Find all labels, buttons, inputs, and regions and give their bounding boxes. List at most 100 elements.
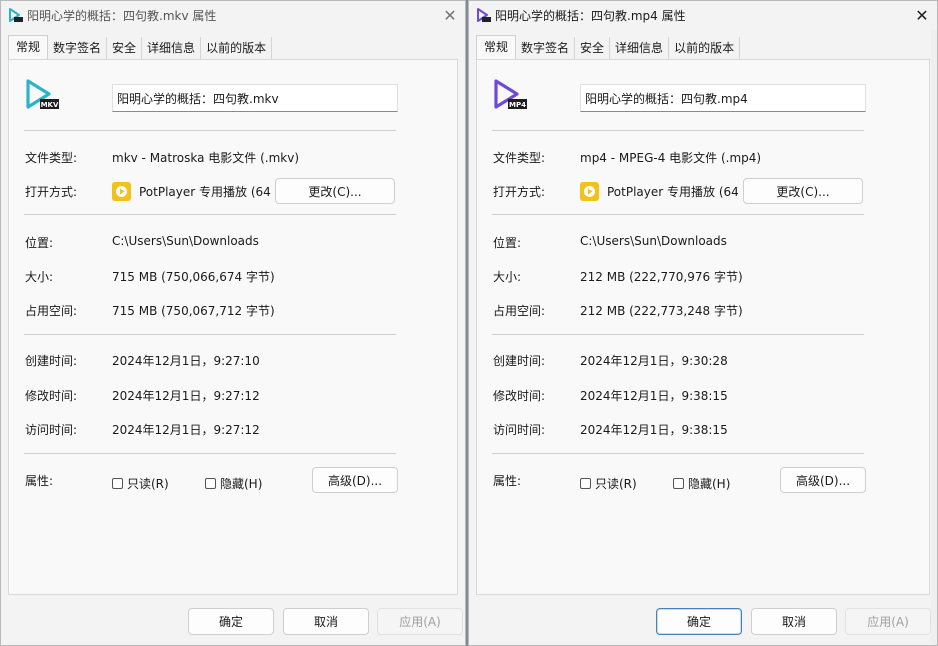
accessed-label: 访问时间: <box>493 423 546 437</box>
tab-digital-signatures[interactable]: 数字签名 <box>48 37 108 59</box>
hidden-label: 隐藏(H) <box>220 477 263 491</box>
properties-dialog-mp4: 阳明心学的概括：四句教.mp4 属性 ✕ 常规 数字签名 安全 详细信息 以前的… <box>468 0 938 646</box>
advanced-button[interactable]: 高级(D)... <box>312 467 398 493</box>
open-with-label: 打开方式: <box>493 185 546 199</box>
open-with-label: 打开方式: <box>25 185 78 199</box>
tab-details[interactable]: 详细信息 <box>142 37 202 59</box>
properties-dialog-mkv: 阳明心学的概括：四句教.mkv 属性 ✕ 常规 数字签名 安全 详细信息 以前的… <box>0 0 466 646</box>
general-panel: MKV 文件类型: mkv - Matroska 电影文件 (.mkv) 打开方… <box>8 59 458 595</box>
mp4-file-icon: MP4 <box>494 79 527 109</box>
separator <box>24 334 396 335</box>
close-icon: ✕ <box>915 5 929 25</box>
tab-bar: 常规 数字签名 安全 详细信息 以前的版本 <box>8 35 273 60</box>
title-bar[interactable]: 阳明心学的概括：四句教.mp4 属性 ✕ <box>469 1 937 29</box>
change-button[interactable]: 更改(C)... <box>743 178 863 204</box>
window-edge <box>931 29 937 645</box>
potplayer-icon <box>580 181 599 201</box>
separator <box>24 130 396 131</box>
created-label: 创建时间: <box>493 354 546 368</box>
apply-button[interactable]: 应用(A) <box>845 608 931 635</box>
tab-general[interactable]: 常规 <box>8 35 49 59</box>
tab-general[interactable]: 常规 <box>476 35 517 59</box>
created-value: 2024年12月1日，9:27:10 <box>112 354 260 368</box>
filename-input[interactable] <box>112 84 398 112</box>
readonly-label: 只读(R) <box>127 477 169 491</box>
video-file-icon <box>477 8 491 22</box>
title-bar[interactable]: 阳明心学的概括：四句教.mkv 属性 ✕ <box>1 1 465 29</box>
separator <box>492 130 864 131</box>
accessed-label: 访问时间: <box>25 423 78 437</box>
file-type-label: 文件类型: <box>493 151 546 165</box>
location-value: C:\Users\Sun\Downloads <box>580 234 727 248</box>
accessed-value: 2024年12月1日，9:27:12 <box>112 423 260 437</box>
tab-digital-signatures[interactable]: 数字签名 <box>516 37 576 59</box>
readonly-label: 只读(R) <box>595 477 637 491</box>
tab-security[interactable]: 安全 <box>575 37 611 59</box>
open-with-value: PotPlayer 专用播放 (64 <box>607 184 739 199</box>
hidden-label: 隐藏(H) <box>688 477 731 491</box>
filename-input[interactable] <box>580 84 866 112</box>
file-badge: MP4 <box>509 101 526 109</box>
size-value: 212 MB (222,770,976 字节) <box>580 270 743 284</box>
size-label: 大小: <box>25 270 54 284</box>
tab-details[interactable]: 详细信息 <box>610 37 670 59</box>
file-type-value: mkv - Matroska 电影文件 (.mkv) <box>112 151 300 165</box>
created-value: 2024年12月1日，9:30:28 <box>580 354 728 368</box>
separator <box>24 453 396 454</box>
apply-button[interactable]: 应用(A) <box>377 608 463 635</box>
general-panel: MP4 文件类型: mp4 - MPEG-4 电影文件 (.mp4) 打开方式:… <box>476 59 930 595</box>
open-with-value: PotPlayer 专用播放 (64 <box>139 184 271 199</box>
checkbox-box[interactable] <box>673 478 684 489</box>
checkbox-box[interactable] <box>580 478 591 489</box>
hidden-checkbox[interactable]: 隐藏(H) <box>205 475 262 492</box>
file-type-value: mp4 - MPEG-4 电影文件 (.mp4) <box>580 151 762 165</box>
potplayer-icon <box>112 181 131 201</box>
window-title: 阳明心学的概括：四句教.mkv 属性 <box>27 9 217 23</box>
ok-button[interactable]: 确定 <box>656 608 742 635</box>
close-button[interactable]: ✕ <box>907 1 937 29</box>
change-button[interactable]: 更改(C)... <box>275 178 395 204</box>
file-badge: MKV <box>41 101 59 109</box>
close-button[interactable]: ✕ <box>435 1 465 29</box>
location-label: 位置: <box>25 236 54 250</box>
close-icon: ✕ <box>443 5 457 25</box>
advanced-button[interactable]: 高级(D)... <box>780 467 866 493</box>
readonly-checkbox[interactable]: 只读(R) <box>580 475 637 492</box>
file-type-label: 文件类型: <box>25 151 78 165</box>
size-label: 大小: <box>493 270 522 284</box>
tab-previous-versions[interactable]: 以前的版本 <box>201 37 273 59</box>
accessed-value: 2024年12月1日，9:38:15 <box>580 423 728 437</box>
tab-previous-versions[interactable]: 以前的版本 <box>669 37 741 59</box>
open-with-app: PotPlayer 专用播放 (64 <box>580 181 740 201</box>
separator <box>492 453 864 454</box>
size-value: 715 MB (750,066,674 字节) <box>112 270 275 284</box>
modified-value: 2024年12月1日，9:38:15 <box>580 389 728 403</box>
separator <box>492 214 864 215</box>
mkv-file-icon: MKV <box>26 79 59 109</box>
modified-label: 修改时间: <box>25 389 78 403</box>
modified-value: 2024年12月1日，9:27:12 <box>112 389 260 403</box>
separator <box>24 214 396 215</box>
attributes-label: 属性: <box>493 474 522 488</box>
size-on-disk-value: 715 MB (750,067,712 字节) <box>112 304 275 318</box>
checkbox-box[interactable] <box>112 478 123 489</box>
readonly-checkbox[interactable]: 只读(R) <box>112 475 169 492</box>
video-file-icon <box>9 8 23 22</box>
tab-bar: 常规 数字签名 安全 详细信息 以前的版本 <box>476 35 741 60</box>
hidden-checkbox[interactable]: 隐藏(H) <box>673 475 730 492</box>
created-label: 创建时间: <box>25 354 78 368</box>
tab-security[interactable]: 安全 <box>107 37 143 59</box>
attributes-label: 属性: <box>25 474 54 488</box>
location-value: C:\Users\Sun\Downloads <box>112 234 259 248</box>
separator <box>492 334 864 335</box>
size-on-disk-label: 占用空间: <box>25 304 78 318</box>
open-with-app: PotPlayer 专用播放 (64 <box>112 181 272 201</box>
ok-button[interactable]: 确定 <box>188 608 274 635</box>
window-title: 阳明心学的概括：四句教.mp4 属性 <box>495 9 686 23</box>
cancel-button[interactable]: 取消 <box>283 608 369 635</box>
location-label: 位置: <box>493 236 522 250</box>
size-on-disk-label: 占用空间: <box>493 304 546 318</box>
checkbox-box[interactable] <box>205 478 216 489</box>
cancel-button[interactable]: 取消 <box>751 608 837 635</box>
modified-label: 修改时间: <box>493 389 546 403</box>
